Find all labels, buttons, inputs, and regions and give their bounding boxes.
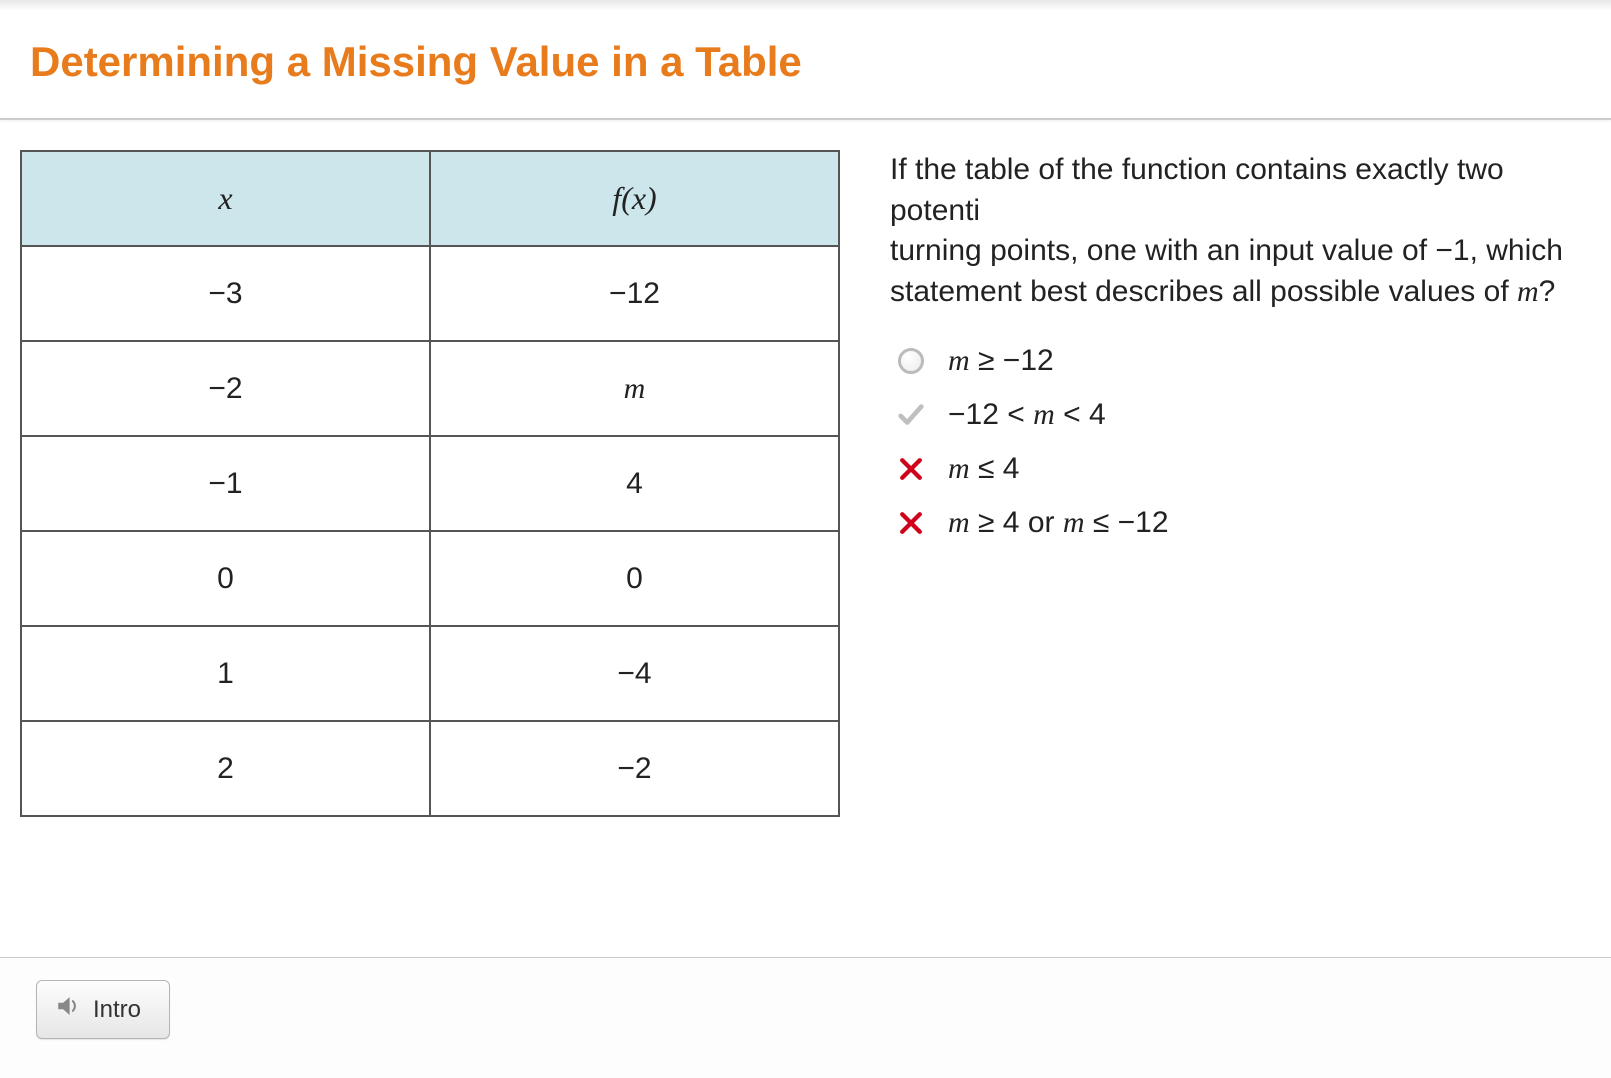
cell-fx: 4	[430, 436, 839, 531]
cell-x: −3	[21, 246, 430, 341]
question-area: If the table of the function contains ex…	[890, 150, 1591, 817]
option-text: m ≥ −12	[948, 344, 1054, 378]
table-header-x: x	[21, 151, 430, 246]
cell-x: −1	[21, 436, 430, 531]
cell-x: 1	[21, 626, 430, 721]
table-row: −2 m	[21, 341, 839, 436]
content-area: x f(x) −3 −12 −2 m −1 4	[0, 120, 1611, 817]
table-header-fx: f(x)	[430, 151, 839, 246]
table-row: −3 −12	[21, 246, 839, 341]
answer-option-1[interactable]: m ≥ −12	[890, 334, 1591, 388]
cell-x: 2	[21, 721, 430, 816]
cell-fx: 0	[430, 531, 839, 626]
table-header-row: x f(x)	[21, 151, 839, 246]
answer-option-4[interactable]: m ≥ 4 or m ≤ −12	[890, 496, 1591, 550]
table-row: 0 0	[21, 531, 839, 626]
cell-fx: −2	[430, 721, 839, 816]
answer-option-2[interactable]: −12 < m < 4	[890, 388, 1591, 442]
page-title: Determining a Missing Value in a Table	[30, 38, 1581, 86]
option-text: −12 < m < 4	[948, 398, 1106, 432]
table-row: −1 4	[21, 436, 839, 531]
answer-options: m ≥ −12 −12 < m < 4 m ≤ 4 m ≥ 4 or m ≤ −…	[890, 334, 1591, 550]
cell-fx: −12	[430, 246, 839, 341]
speaker-icon	[55, 993, 81, 1026]
option-text: m ≤ 4	[948, 452, 1020, 486]
cross-icon	[894, 506, 928, 540]
function-table: x f(x) −3 −12 −2 m −1 4	[20, 150, 840, 817]
cell-x: 0	[21, 531, 430, 626]
option-text: m ≥ 4 or m ≤ −12	[948, 506, 1169, 540]
cell-fx: −4	[430, 626, 839, 721]
intro-button[interactable]: Intro	[36, 980, 170, 1039]
check-icon	[894, 398, 928, 432]
cross-icon	[894, 452, 928, 486]
function-table-wrap: x f(x) −3 −12 −2 m −1 4	[20, 150, 840, 817]
question-text: If the table of the function contains ex…	[890, 150, 1591, 312]
intro-button-label: Intro	[93, 996, 141, 1024]
table-row: 2 −2	[21, 721, 839, 816]
footer: Intro	[0, 958, 1611, 1078]
radio-unselected-icon	[894, 344, 928, 378]
answer-option-3[interactable]: m ≤ 4	[890, 442, 1591, 496]
cell-fx: m	[430, 341, 839, 436]
page-header: Determining a Missing Value in a Table	[0, 10, 1611, 118]
top-gradient	[0, 0, 1611, 10]
cell-x: −2	[21, 341, 430, 436]
table-row: 1 −4	[21, 626, 839, 721]
